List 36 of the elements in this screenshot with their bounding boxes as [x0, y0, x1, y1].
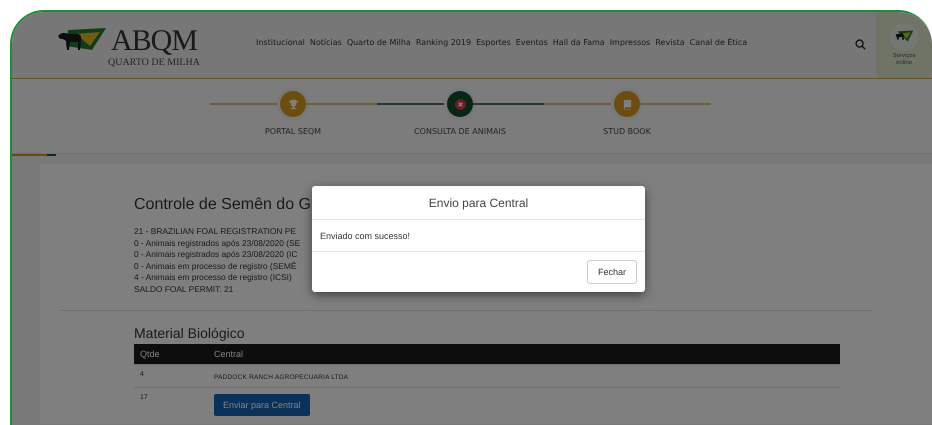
- step-label[interactable]: STUD BOOK: [603, 127, 651, 136]
- info-line: 0 - Animais registrados após 23/08/2020 (IC: [134, 249, 298, 261]
- nav-link[interactable]: Ranking 2019: [416, 38, 472, 47]
- nav-link[interactable]: Quarto de Milha: [346, 38, 411, 47]
- column-header: Central: [208, 344, 840, 364]
- book-icon: [622, 98, 632, 110]
- search-icon[interactable]: [855, 39, 866, 50]
- info-line: 21 - BRAZILIAN FOAL REGISTRATION PE: [134, 226, 296, 238]
- modal-message: Enviado com sucesso!: [320, 231, 410, 241]
- info-line: 4 - Animais em processo de registro (ICSI): [134, 272, 292, 284]
- horse-flag-icon: [890, 23, 918, 51]
- send-button[interactable]: Enviar para Central: [214, 394, 310, 416]
- trophy-icon: [288, 98, 298, 110]
- logo-name: ABQM: [110, 26, 197, 56]
- nav-link[interactable]: Notícias: [310, 38, 342, 47]
- close-icon: [454, 98, 466, 110]
- step-label[interactable]: CONSULTA DE ANIMAIS: [414, 127, 506, 136]
- nav-link[interactable]: Esportes: [476, 38, 511, 47]
- info-line: SALDO FOAL PERMIT: 21: [134, 284, 234, 296]
- nav-link[interactable]: Eventos: [516, 38, 548, 47]
- step-label[interactable]: PORTAL SEQM: [264, 127, 322, 136]
- nav-link[interactable]: Institucional: [256, 38, 305, 47]
- modal-title: Envio para Central: [428, 196, 528, 210]
- close-button[interactable]: Fechar: [586, 260, 637, 284]
- info-line: 0 - Animais registrados após 23/08/2020 (SE: [134, 238, 300, 250]
- section-title: Material Biológico: [134, 324, 246, 341]
- logo-subtitle: QUARTO DE MILHA: [108, 57, 200, 68]
- horse-flag-logo-icon: [56, 26, 106, 52]
- nav-link[interactable]: Hall da Fama: [552, 38, 605, 47]
- column-header: Qtde: [134, 344, 208, 364]
- page-title: Controle de Semên do G: [134, 196, 311, 214]
- nav-link[interactable]: Canal de Ética: [690, 38, 748, 47]
- info-line: 0 - Animais em processo de registro (SEMÊ: [134, 260, 296, 272]
- nav-link[interactable]: Impressos: [610, 38, 650, 47]
- nav-link[interactable]: Revista: [655, 38, 685, 47]
- step-circle[interactable]: [447, 91, 473, 117]
